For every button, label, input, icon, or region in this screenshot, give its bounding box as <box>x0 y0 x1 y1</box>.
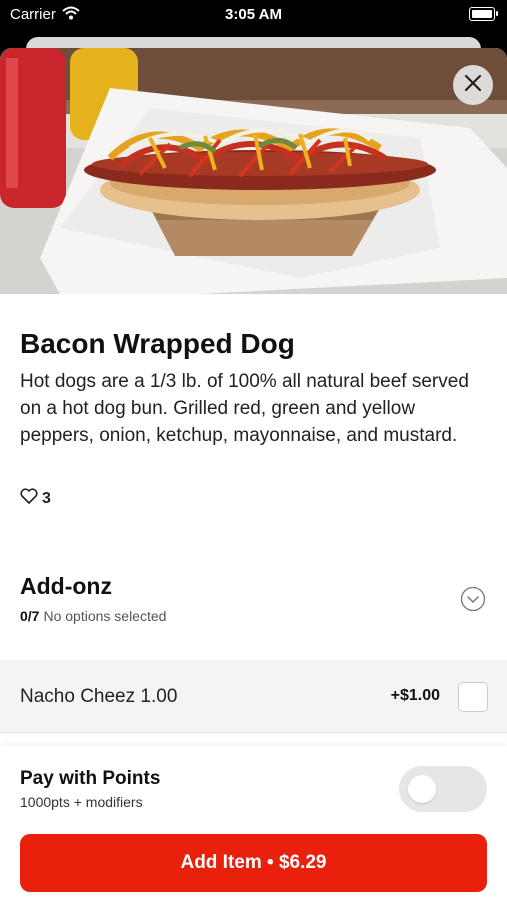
battery-icon <box>469 7 498 21</box>
checkout-panel: Pay with Points 1000pts + modifiers Add … <box>0 746 507 900</box>
addons-selected-count: 0/7 <box>20 608 40 624</box>
addon-option-checkbox[interactable] <box>458 682 488 712</box>
pay-with-points-toggle[interactable] <box>399 766 487 812</box>
pay-with-points-title: Pay with Points <box>20 768 161 789</box>
status-time: 3:05 AM <box>225 6 282 23</box>
like-count: 3 <box>42 489 51 507</box>
addons-title: Add-onz <box>20 573 112 599</box>
item-title: Bacon Wrapped Dog <box>20 328 295 359</box>
heart-icon <box>20 488 38 509</box>
add-item-button[interactable]: Add Item • $6.29 <box>20 834 487 892</box>
item-description: Hot dogs are a 1/3 lb. of 100% all natur… <box>20 371 469 446</box>
addons-status: 0/7 No options selected <box>20 608 166 624</box>
pay-with-points-subtitle: 1000pts + modifiers <box>20 794 143 810</box>
item-detail-sheet: Bacon Wrapped Dog Hot dogs are a 1/3 lb.… <box>0 48 507 900</box>
addon-option-label: Nacho Cheez 1.00 <box>20 686 178 707</box>
addon-option-row[interactable]: Nacho Cheez 1.00 +$1.00 <box>0 660 507 733</box>
chevron-down-icon[interactable] <box>460 586 486 617</box>
addons-status-text: No options selected <box>43 608 167 624</box>
close-icon <box>464 74 482 97</box>
like-button[interactable]: 3 <box>20 488 51 509</box>
status-bar: Carrier 3:05 AM <box>0 0 507 30</box>
item-photo <box>0 48 507 294</box>
toggle-knob <box>408 775 436 803</box>
addon-option-price: +$1.00 <box>390 687 440 704</box>
close-button[interactable] <box>453 65 493 105</box>
